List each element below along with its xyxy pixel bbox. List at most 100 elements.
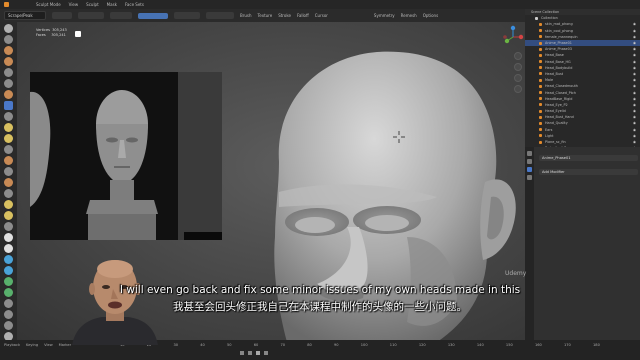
pinch-brush-icon[interactable] [4,156,13,165]
smooth-brush-icon[interactable] [4,123,13,132]
symmetry-menu[interactable]: Symmetry [374,13,395,18]
navigation-gizmo-icon[interactable] [500,24,526,50]
object-mesh-icon [539,140,542,144]
brush-strength-field[interactable] [110,12,132,19]
timeline-tick-label: 110 [389,343,397,347]
top-menubar: Sculpt Mode View Sculpt Mask Face Sets [0,0,640,9]
visibility-eye-icon[interactable]: ◉ [633,29,636,33]
timeline-tick-label: 140 [476,343,484,347]
nudge-brush-icon[interactable] [4,222,13,231]
clay-thumb-brush-icon[interactable] [4,68,13,77]
box-face-set-icon[interactable] [4,266,13,275]
menu-mode[interactable]: Sculpt Mode [36,2,61,7]
visibility-eye-icon[interactable]: ◉ [633,41,636,45]
object-mesh-icon [539,72,542,76]
flatten-brush-icon[interactable] [4,134,13,143]
timeline-keying-menu[interactable]: Keying [26,343,38,347]
outliner-title: Scene Collection [531,10,560,15]
visibility-eye-icon[interactable]: ◉ [633,47,636,51]
object-mesh-icon [539,97,542,101]
visibility-eye-icon[interactable]: ◉ [633,109,636,113]
scale-tool-icon[interactable] [4,321,13,330]
modifier-tab-icon[interactable] [527,167,532,172]
visibility-eye-icon[interactable]: ◉ [633,53,636,57]
visibility-eye-icon[interactable]: ◉ [633,140,636,144]
timeline-frame-ruler[interactable]: 10 20 30 40 50 60 70 80 90 100 110 120 130 140 150 160 1… [120,343,600,349]
spacing-field[interactable] [174,12,200,19]
reference-image-border [184,232,222,240]
active-slider-field[interactable] [138,12,168,19]
options-menu[interactable]: Options [423,13,438,18]
inflate-brush-icon[interactable] [4,90,13,99]
pose-brush-icon[interactable] [4,211,13,220]
collection-icon [535,16,538,20]
visibility-eye-icon[interactable]: ◉ [633,72,636,76]
object-name-field[interactable]: Anime_Phase01 [539,155,638,161]
scrape-brush-icon[interactable] [4,101,13,110]
grab-brush-icon[interactable] [4,167,13,176]
thumb-brush-icon[interactable] [4,200,13,209]
object-tab-icon[interactable] [527,175,532,180]
perspective-grid-icon[interactable] [514,85,522,93]
crease-brush-icon[interactable] [4,112,13,121]
render-tab-icon[interactable] [527,159,532,164]
visibility-eye-icon[interactable]: ◉ [633,103,636,107]
visibility-eye-icon[interactable]: ◉ [633,121,636,125]
brush-radius-field[interactable] [78,12,104,19]
timeline-view-menu[interactable]: View [44,343,53,347]
outliner-row-label: Light [545,133,554,138]
elastic-deform-brush-icon[interactable] [4,178,13,187]
clay-brush-icon[interactable] [4,46,13,55]
visibility-eye-icon[interactable]: ◉ [633,84,636,88]
visibility-eye-icon[interactable]: ◉ [633,35,636,39]
zoom-icon[interactable] [514,52,522,60]
rotate-brush-icon[interactable] [4,233,13,242]
visibility-eye-icon[interactable]: ◉ [633,60,636,64]
menu-view[interactable]: View [69,2,79,7]
fill-brush-icon[interactable] [4,145,13,154]
draw-brush-icon[interactable] [4,24,13,33]
add-modifier-button[interactable]: Add Modifier [539,169,638,175]
clay-strips-brush-icon[interactable] [4,57,13,66]
brush-name-field[interactable]: Scrape/Peak [4,11,46,20]
stroke-menu[interactable]: Stroke [278,13,291,18]
pan-hand-icon[interactable] [514,63,522,71]
brush-settings-button[interactable] [52,12,72,19]
outliner-row-label: Head_Base_HG [545,59,571,64]
visibility-eye-icon[interactable]: ◉ [633,66,636,70]
visibility-eye-icon[interactable]: ◉ [633,134,636,138]
timeline-marker-menu[interactable]: Marker [59,343,71,347]
draw-sharp-brush-icon[interactable] [4,35,13,44]
tool-tab-icon[interactable] [527,151,532,156]
box-mask-icon[interactable] [4,255,13,264]
timeline-playback-menu[interactable]: Playback [4,343,20,347]
object-mesh-icon [539,134,542,138]
mask-brush-icon[interactable] [4,244,13,253]
timeline-tick-label: 30 [173,343,179,347]
visibility-eye-icon[interactable]: ◉ [633,115,636,119]
visibility-eye-icon[interactable]: ◉ [633,22,636,26]
outliner-row-label: Head_Eyelid [545,109,566,114]
menu-face-sets[interactable]: Face Sets [125,2,144,7]
visibility-eye-icon[interactable]: ◉ [633,91,636,95]
menu-sculpt[interactable]: Sculpt [86,2,99,7]
play-reverse-icon[interactable] [248,351,252,355]
brush-menu[interactable]: Brush [240,13,252,18]
cursor-menu[interactable]: Cursor [315,13,328,18]
jump-start-icon[interactable] [240,351,244,355]
area-plane-field[interactable] [206,12,234,19]
timeline-tick-label: 100 [360,343,368,347]
object-mesh-icon [539,22,542,26]
play-icon[interactable] [256,351,260,355]
menu-mask[interactable]: Mask [107,2,117,7]
layer-brush-icon[interactable] [4,79,13,88]
visibility-eye-icon[interactable]: ◉ [633,78,636,82]
jump-end-icon[interactable] [264,351,268,355]
remesh-menu[interactable]: Remesh [401,13,417,18]
visibility-eye-icon[interactable]: ◉ [633,97,636,101]
falloff-menu[interactable]: Falloff [297,13,309,18]
texture-menu[interactable]: Texture [258,13,273,18]
camera-icon[interactable] [514,74,522,82]
visibility-eye-icon[interactable]: ◉ [633,128,636,132]
snake-hook-brush-icon[interactable] [4,189,13,198]
